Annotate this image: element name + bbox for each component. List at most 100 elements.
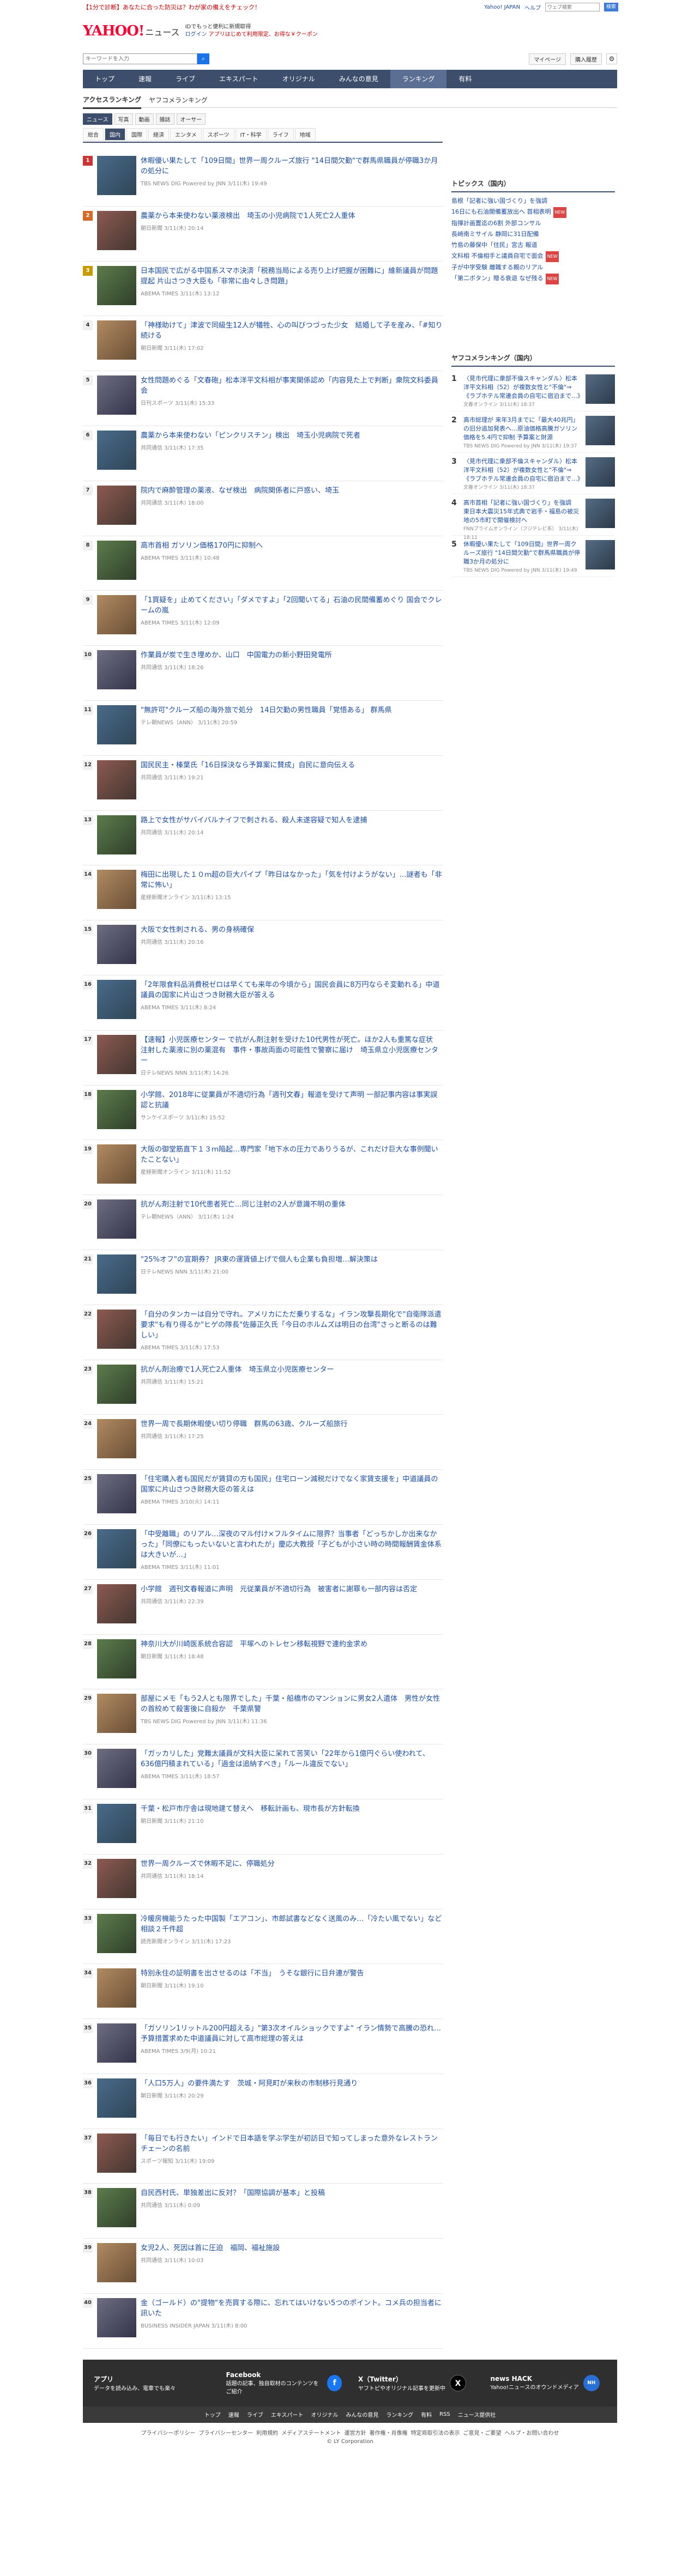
- tab-cat-entertainment[interactable]: エンタメ: [170, 128, 202, 141]
- article-title-link[interactable]: 【速報】小児医療センター で抗がん剤注射を受けた10代男性が死亡。ほか2人も重篤…: [141, 1035, 443, 1066]
- article-thumbnail[interactable]: [97, 2188, 136, 2228]
- comment-ranking-item[interactable]: 1 〈見市代理に衆部不倫スキャンダル〉松本洋平文科相（52）が複数女性と"不倫"⇒…: [451, 370, 615, 411]
- comment-ranking-item[interactable]: 4 高市首相「記者に強い国づくり」を強調 東日本大震災15年式典で岩手・福島の被災…: [451, 494, 615, 541]
- article-thumbnail[interactable]: [97, 375, 136, 415]
- web-search-input[interactable]: [545, 3, 600, 11]
- tab-media-author[interactable]: オーサー: [176, 113, 206, 125]
- footer-policy-link[interactable]: 運営方針: [344, 2430, 366, 2436]
- footer-policy-link[interactable]: ヘルプ・お問い合わせ: [504, 2430, 559, 2436]
- article-title-link[interactable]: 抗がん剤注射で10代患者死亡…同じ注射の2人が意識不明の重体: [141, 1199, 443, 1210]
- comment-article-title[interactable]: 〈見市代理に衆部不倫スキャンダル〉松本洋平文科相（52）が複数女性と"不倫"⇒《…: [463, 374, 583, 401]
- footer-nav-link[interactable]: みんなの意見: [346, 2410, 378, 2419]
- yahoo-news-logo[interactable]: YAHOO! ニュース: [83, 23, 180, 39]
- article-thumbnail[interactable]: [97, 650, 136, 690]
- ranking-item[interactable]: 20 抗がん剤注射で10代患者死亡…同じ注射の2人が意識不明の重体 テレ朝NEWS（…: [83, 1195, 443, 1250]
- article-title-link[interactable]: 路上で女性がサバイバルナイフで刺される、殺人未遂容疑で知人を逮捕: [141, 815, 443, 826]
- article-title-link[interactable]: 女児2人、死因は首に圧迫 福岡、福祉施設: [141, 2243, 443, 2253]
- ranking-item[interactable]: 36 「人口5万人」の要件満たす 茨城・阿見町が来秋の市制移行見通り 朝日新聞 3/…: [83, 2074, 443, 2129]
- ranking-item[interactable]: 21 "25%オフ"の宣期券？ JR東の運賃値上げで個人も企業も負担増…解決策は日…: [83, 1250, 443, 1305]
- article-thumbnail[interactable]: [97, 1584, 136, 1623]
- footer-nav-link[interactable]: RSS: [439, 2411, 450, 2417]
- article-title-link[interactable]: 日本国民で広がる中国系スマホ決済「税務当局による売り上げ把握が困難に」維新議員が…: [141, 266, 443, 287]
- article-thumbnail[interactable]: [97, 1089, 136, 1129]
- nav-live[interactable]: ライブ: [164, 70, 207, 88]
- comment-article-thumbnail[interactable]: [586, 374, 615, 404]
- ranking-item[interactable]: 29 部屋にメモ「もう2人とも限界でした」千葉・船橋市のマンションに男女2人遺体 …: [83, 1689, 443, 1745]
- article-thumbnail[interactable]: [97, 705, 136, 744]
- tab-cat-local[interactable]: 地域: [294, 128, 316, 141]
- tab-cat-world[interactable]: 国際: [126, 128, 147, 141]
- mypage-button[interactable]: マイページ: [529, 53, 566, 65]
- article-title-link[interactable]: 「ガソリン1リットル200円超える」"第3次オイルショックですよ" イラン情勢で…: [141, 2023, 443, 2044]
- article-title-link[interactable]: 農薬から本来使わない薬液検出 埼玉の小児病院で1人死亡2人重体: [141, 211, 443, 221]
- comment-ranking-item[interactable]: 2 高市総理が 来年3月までに「最大40兆円」の旧分追加発表へ…原油価格高騰ガソリ…: [451, 411, 615, 453]
- topic-item[interactable]: 長崎南ミサイル 静岡に31日配備: [451, 229, 615, 240]
- article-title-link[interactable]: 女性問題めぐる「文春砲」松本洋平文科相が事実関係認め「内容見た上で判断」衆院文科…: [141, 375, 443, 396]
- article-thumbnail[interactable]: [97, 2243, 136, 2283]
- article-title-link[interactable]: 「住宅購入者も国民だが賃貸の方も国民」住宅ローン減税だけでなく家賃支援を」中道議…: [141, 1474, 443, 1495]
- ranking-item[interactable]: 28 神奈川大が川崎医系統合容認 平塚へのトレセン移転視野で連約金求め 朝日新聞 3…: [83, 1635, 443, 1690]
- ranking-item[interactable]: 16 「2年限食料品消費税ゼロは早くても来年の今頃から」国民会員に8万円ならそ変動…: [83, 975, 443, 1031]
- ranking-item[interactable]: 33 冷暖房機能うたった中国製「エアコン」、市郎試書などなく送風のみ…「冷たい風で…: [83, 1910, 443, 1965]
- ranking-item[interactable]: 13 路上で女性がサバイバルナイフで刺される、殺人未遂容疑で知人を逮捕 共同通信 3…: [83, 811, 443, 866]
- footer-policy-link[interactable]: メディアステートメント: [281, 2430, 341, 2436]
- ranking-item[interactable]: 1 休暇優い果たして「109日間」世界一周クルーズ旅行 "14日間欠勤"で群馬県職…: [83, 151, 443, 207]
- comment-article-title[interactable]: 休暇優い果たして「109日間」世界一周クルーズ旅行 "14日間欠勤"で群馬県職員…: [463, 540, 582, 566]
- search-icon[interactable]: ⌕: [197, 53, 209, 64]
- ranking-item[interactable]: 38 自民西村氏、単独差出に反対？「国際協調が基本」と投稿 共同通信 3/11(木)…: [83, 2184, 443, 2239]
- comment-article-thumbnail[interactable]: [586, 457, 615, 487]
- promo-link[interactable]: 【1分で診断】あなたに合った防災は？わが家の備えをチェック！: [83, 3, 261, 11]
- article-title-link[interactable]: 「人口5万人」の要件満たす 茨城・阿見町が来秋の市制移行見通り: [141, 2078, 443, 2089]
- article-title-link[interactable]: 「毎日でも行きたい」インドで日本語を学ぶ学生が初訪日で知ってしまった意外なレスト…: [141, 2133, 443, 2154]
- article-thumbnail[interactable]: [97, 1529, 136, 1568]
- article-title-link[interactable]: 小学館 週刊文春報道に声明 元従業員が不適切行為 被害者に謝罪も一部内容は否定: [141, 1584, 443, 1595]
- footer-facebook[interactable]: Facebook 話題の記事、独自取材のコンテンツをご紹介 f: [226, 2371, 342, 2395]
- comment-article-thumbnail[interactable]: [586, 540, 615, 569]
- news-search-input[interactable]: [83, 53, 197, 64]
- footer-x[interactable]: X（Twitter） ヤフトピやオリジナル記事を更新中 X: [358, 2374, 474, 2392]
- tab-cat-life[interactable]: ライフ: [267, 128, 294, 141]
- article-title-link[interactable]: 大阪の御堂筋直下１３ｍ陥起…専門家「地下水の圧力でありうるが、これだけ巨大な事例…: [141, 1144, 443, 1165]
- ranking-item[interactable]: 31 千葉・松戸市庁舎は現地建て替えへ 移転計画も、現市長が方針転換 朝日新聞 3/…: [83, 1799, 443, 1854]
- ranking-item[interactable]: 26 「中受離職」のリアル…深夜のマル付け×フルタイムに限界？当事者「どっちかしか…: [83, 1525, 443, 1580]
- nav-top[interactable]: トップ: [83, 70, 126, 88]
- article-title-link[interactable]: "25%オフ"の宣期券？ JR東の運賃値上げで個人も企業も負担増…解決策は: [141, 1254, 443, 1265]
- article-thumbnail[interactable]: [97, 1419, 136, 1459]
- article-thumbnail[interactable]: [97, 1474, 136, 1514]
- article-title-link[interactable]: 千葉・松戸市庁舎は現地建て替えへ 移転計画も、現市長が方針転換: [141, 1804, 443, 1814]
- article-title-link[interactable]: 院内で麻酔管理の薬液、なぜ検出 病院関係者に戸惑い、埼玉: [141, 486, 443, 496]
- footer-app[interactable]: アプリ データを読み込み、電車でも楽々: [94, 2374, 210, 2392]
- article-thumbnail[interactable]: [97, 265, 136, 305]
- article-thumbnail[interactable]: [97, 1639, 136, 1678]
- article-title-link[interactable]: 梅田に出現した１０ｍ超の巨大パイプ「昨日はなかった」「気を付けようがない」…謎者…: [141, 870, 443, 890]
- tab-media-video[interactable]: 動画: [135, 113, 154, 125]
- tab-cat-domestic[interactable]: 国内: [105, 128, 125, 141]
- article-thumbnail[interactable]: [97, 1913, 136, 1953]
- article-thumbnail[interactable]: [97, 1144, 136, 1184]
- article-thumbnail[interactable]: [97, 1309, 136, 1349]
- article-thumbnail[interactable]: [97, 1968, 136, 2008]
- article-thumbnail[interactable]: [97, 925, 136, 965]
- article-thumbnail[interactable]: [97, 1199, 136, 1239]
- yahoo-japan-link[interactable]: Yahoo! JAPAN: [484, 4, 520, 10]
- article-thumbnail[interactable]: [97, 2023, 136, 2063]
- nav-expert[interactable]: エキスパート: [207, 70, 270, 88]
- topic-item[interactable]: 指揮計画置迄の6割 外部コンサル: [451, 218, 615, 229]
- ranking-item[interactable]: 18 小学館、2018年に従業員が不適切行為「週刊文春」報道を受けて声明 一部記事…: [83, 1086, 443, 1141]
- article-title-link[interactable]: 世界一周で長期休暇使い切り停職 群馬の63歳、クルーズ船旅行: [141, 1419, 443, 1429]
- article-title-link[interactable]: 国民民主・榛葉氏「16日採決なら予算案に賛成」自民に意向伝える: [141, 760, 443, 771]
- topic-item[interactable]: 竹島の藤保中「住民」宮古 報道: [451, 240, 615, 251]
- ranking-item[interactable]: 40 金（ゴールド）の"提物"を売買する際に、忘れてはいけない5つのポイント。コメ…: [83, 2294, 443, 2349]
- nav-ranking[interactable]: ランキング: [390, 70, 447, 88]
- article-title-link[interactable]: 小学館、2018年に従業員が不適切行為「週刊文春」報道を受けて声明 一部記事内容…: [141, 1090, 443, 1111]
- web-search-button[interactable]: 検索: [604, 3, 618, 11]
- article-title-link[interactable]: 金（ゴールド）の"提物"を売買する際に、忘れてはいけない5つのポイント。コメ兵の…: [141, 2298, 443, 2319]
- topic-item[interactable]: 16日にも石油開備蓄放出へ 首相表明 NEW: [451, 207, 615, 218]
- footer-policy-link[interactable]: 特定商取引法の表示: [411, 2430, 460, 2436]
- article-thumbnail[interactable]: [97, 156, 136, 195]
- article-thumbnail[interactable]: [97, 870, 136, 910]
- topic-item[interactable]: 「第二ボタン」贈る衰退 なぜ残る NEW: [451, 273, 615, 284]
- purchase-history-button[interactable]: 購入履歴: [570, 53, 602, 65]
- article-title-link[interactable]: 「1買疑を」止めてください」「ダメですよ」「2回聞いてる」石油の民間備蓄めぐり …: [141, 595, 443, 616]
- article-title-link[interactable]: 冷暖房機能うたった中国製「エアコン」、市郎試書などなく送風のみ…「冷たい風でない…: [141, 1914, 443, 1935]
